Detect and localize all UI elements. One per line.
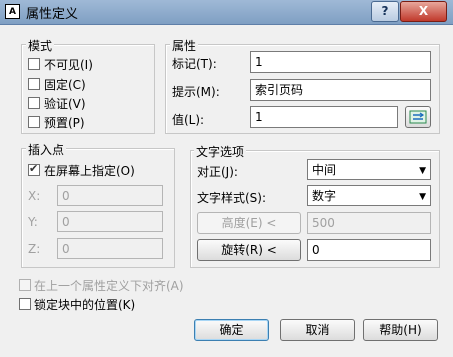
chevron-down-icon: ▼ xyxy=(419,192,426,202)
cancel-button[interactable]: 取消 xyxy=(280,319,355,341)
app-icon: A xyxy=(5,4,20,19)
constant-label: 固定(C) xyxy=(44,78,86,92)
text-style-label: 文字样式(S): xyxy=(197,191,267,205)
verify-label: 验证(V) xyxy=(44,97,86,111)
align-below-label: 在上一个属性定义下对齐(A) xyxy=(34,279,184,293)
align-below-checkbox[interactable] xyxy=(19,279,31,291)
prompt-label: 提示(M): xyxy=(172,85,220,99)
lock-position-checkbox[interactable] xyxy=(19,298,31,310)
close-button[interactable]: X xyxy=(400,1,447,22)
default-value-input[interactable]: 1 xyxy=(250,106,398,128)
specify-on-screen-label: 在屏幕上指定(O) xyxy=(44,164,135,178)
height-input[interactable]: 500 xyxy=(307,212,431,234)
text-options-title: 文字选项 xyxy=(194,143,247,160)
help-title-button[interactable]: ? xyxy=(371,1,399,22)
invisible-checkbox[interactable] xyxy=(28,58,40,70)
text-style-value: 数字 xyxy=(312,189,337,203)
rotation-input[interactable]: 0 xyxy=(307,239,431,261)
y-label: Y: xyxy=(28,215,38,229)
lock-position-label: 锁定块中的位置(K) xyxy=(34,298,136,312)
window-title: 属性定义 xyxy=(26,7,79,22)
prompt-input[interactable]: 索引页码 xyxy=(250,79,431,101)
justify-label: 对正(J): xyxy=(197,165,238,179)
x-label: X: xyxy=(28,189,41,203)
default-value-label: 值(L): xyxy=(172,113,205,127)
verify-checkbox[interactable] xyxy=(28,97,40,109)
invisible-label: 不可见(I) xyxy=(44,58,93,72)
justify-value: 中间 xyxy=(312,163,337,177)
preset-checkbox[interactable] xyxy=(28,116,40,128)
insert-field-button[interactable] xyxy=(405,106,431,128)
y-input[interactable]: 0 xyxy=(57,211,163,232)
insert-field-icon xyxy=(409,110,427,124)
constant-checkbox[interactable] xyxy=(28,78,40,90)
mode-group-title: 模式 xyxy=(26,37,55,54)
z-input[interactable]: 0 xyxy=(57,238,163,259)
preset-label: 预置(P) xyxy=(44,116,85,130)
help-button[interactable]: 帮助(H) xyxy=(363,319,438,341)
height-button[interactable]: 高度(E) < xyxy=(197,212,301,234)
insertion-point-title: 插入点 xyxy=(26,141,67,158)
ok-button[interactable]: 确定 xyxy=(194,319,269,341)
rotation-button[interactable]: 旋转(R) < xyxy=(197,239,301,261)
tag-input[interactable]: 1 xyxy=(250,51,431,73)
tag-label: 标记(T): xyxy=(172,57,217,71)
z-label: Z: xyxy=(28,242,41,256)
chevron-down-icon: ▼ xyxy=(419,166,426,176)
text-style-select[interactable]: 数字 ▼ xyxy=(307,185,431,206)
x-input[interactable]: 0 xyxy=(57,185,163,206)
specify-on-screen-checkbox[interactable] xyxy=(28,162,40,176)
attribute-group-title: 属性 xyxy=(170,37,199,54)
justify-select[interactable]: 中间 ▼ xyxy=(307,159,431,180)
